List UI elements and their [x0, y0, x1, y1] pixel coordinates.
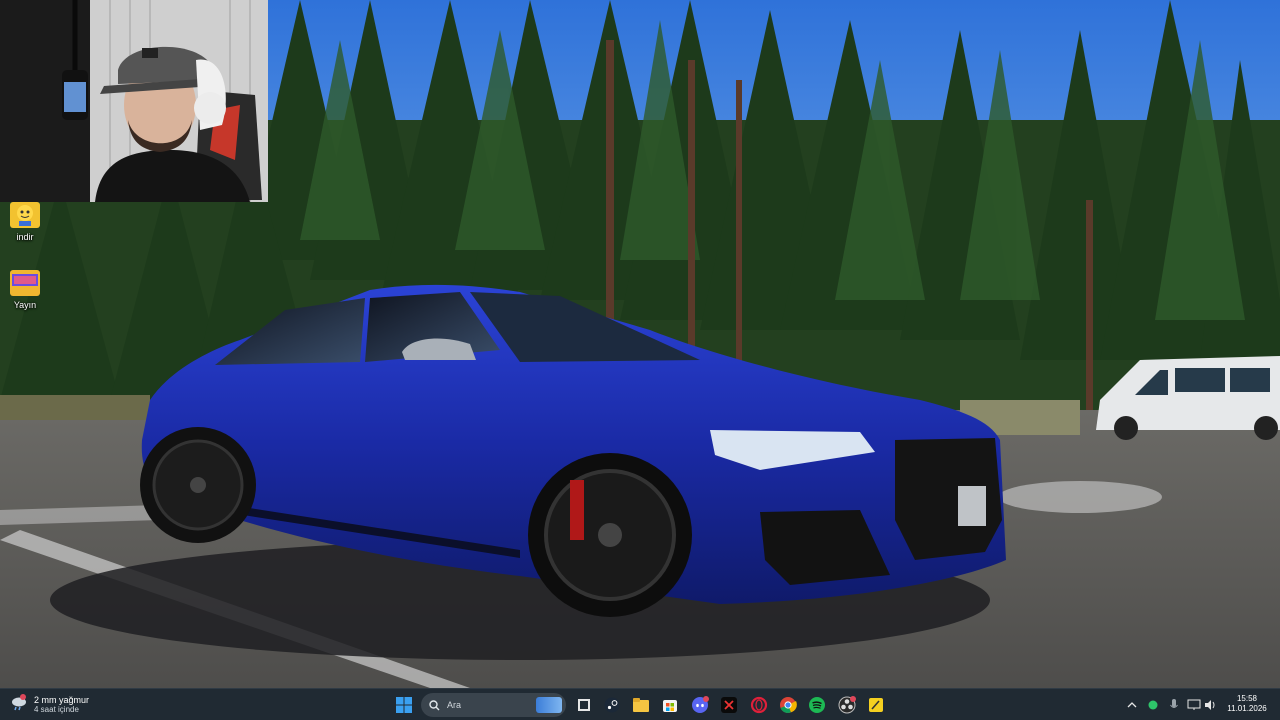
weather-line1: 2 mm yağmur	[34, 695, 90, 705]
rear-wheel	[140, 427, 256, 543]
windows-start-icon	[396, 697, 412, 713]
search-highlight-icon	[536, 697, 562, 713]
file-explorer-button[interactable]	[629, 693, 653, 717]
clock-date: 11.01.2026	[1227, 704, 1267, 713]
microsoft-store-button[interactable]	[658, 693, 682, 717]
obs-button[interactable]	[835, 693, 859, 717]
emoji-folder-icon	[10, 202, 40, 228]
volume-button[interactable]	[1203, 693, 1219, 717]
discord-button[interactable]	[688, 693, 712, 717]
task-view-button[interactable]	[572, 693, 596, 717]
chrome-button[interactable]	[776, 693, 800, 717]
windows-start-button[interactable]	[392, 693, 416, 717]
microphone-icon	[1170, 699, 1178, 708]
discord-icon	[692, 696, 709, 713]
weather-widget[interactable]: 2 mm yağmur 4 saat içinde	[10, 692, 89, 718]
weather-line2: 4 saat içinde	[34, 705, 79, 714]
capcut-icon	[721, 697, 737, 713]
desktop-icon-label: Yayın	[13, 300, 37, 310]
microphone-button[interactable]	[1166, 693, 1182, 717]
obs-icon	[838, 696, 856, 714]
steam-icon	[604, 697, 620, 713]
chevron-up-icon	[1127, 702, 1137, 708]
search-icon	[429, 699, 440, 710]
desktop-icon-indir[interactable]: indir	[0, 202, 50, 242]
notes-app-button[interactable]	[864, 693, 888, 717]
status-dot-button[interactable]	[1145, 693, 1161, 717]
file-explorer-icon	[633, 698, 649, 712]
spotify-icon	[809, 697, 825, 713]
capcut-button[interactable]	[717, 693, 741, 717]
network-monitor-icon	[1187, 699, 1201, 710]
task-view-icon	[578, 699, 590, 711]
desktop-icon-yayin[interactable]: Yayın	[0, 270, 50, 310]
search-placeholder: Ara	[447, 700, 462, 710]
taskbar-clock[interactable]: 15:58 11.01.2026	[1224, 694, 1270, 714]
webcam-overlay	[0, 0, 268, 202]
webcam-feed-icon	[0, 0, 268, 202]
taskbar: 2 mm yağmur 4 saat içinde Ara 15:58 11.0…	[0, 688, 1280, 720]
speaker-icon	[1205, 700, 1215, 710]
spotify-button[interactable]	[805, 693, 829, 717]
image-folder-icon	[10, 270, 40, 296]
desktop-icon-label: indir	[16, 232, 34, 242]
steam-button[interactable]	[600, 693, 624, 717]
clock-time: 15:58	[1236, 694, 1258, 703]
opera-gx-button[interactable]	[747, 693, 771, 717]
network-button[interactable]	[1186, 693, 1202, 717]
front-wheel	[528, 453, 692, 617]
search-box[interactable]: Ara	[421, 693, 566, 717]
microsoft-store-icon	[663, 700, 677, 712]
chrome-icon	[780, 697, 797, 713]
notes-app-icon	[869, 698, 883, 712]
opera-gx-icon	[750, 696, 768, 714]
rain-cloud-icon	[10, 693, 28, 717]
green-status-icon	[1148, 700, 1158, 710]
show-hidden-icons-button[interactable]	[1124, 693, 1140, 717]
